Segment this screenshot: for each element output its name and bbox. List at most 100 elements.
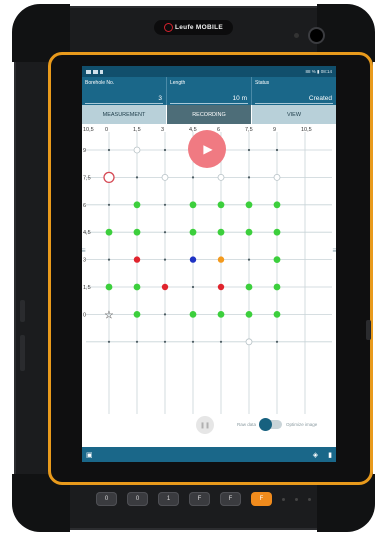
x-tick-label: 3 <box>161 127 164 133</box>
scroll-left-icon[interactable]: ≡ <box>82 246 86 255</box>
grid-node <box>247 176 251 179</box>
empty-point[interactable] <box>217 174 225 181</box>
selected-point[interactable] <box>189 256 197 263</box>
optimize-switch[interactable] <box>259 418 283 431</box>
field-label: Status <box>255 80 270 86</box>
indicator-dot <box>308 497 311 501</box>
x-tick-label: 6 <box>217 127 220 133</box>
hw-button[interactable]: F <box>189 492 210 506</box>
measured-point[interactable] <box>133 311 141 318</box>
measured-point[interactable] <box>273 283 281 291</box>
hardware-buttons: 0 0 1 F F F <box>96 492 311 506</box>
grid-node <box>163 313 167 316</box>
y-tick-label: 9 <box>83 148 86 154</box>
measured-point[interactable] <box>273 228 281 236</box>
measured-point[interactable] <box>273 256 281 263</box>
warning-point[interactable] <box>217 256 225 263</box>
field-value: 10 m <box>232 95 247 102</box>
borehole-field[interactable]: Borehole No. 3 <box>82 77 167 105</box>
field-underline <box>255 103 333 104</box>
measured-point[interactable] <box>133 201 141 209</box>
y-tick-label: 0 <box>83 312 86 318</box>
grid-node <box>107 203 111 206</box>
field-label: Length <box>170 80 186 86</box>
status-right: 88 % ▮ 08:14 <box>305 68 333 74</box>
light-sensor <box>294 33 299 38</box>
grid-node <box>163 148 167 152</box>
switch-knob <box>259 418 273 431</box>
length-field[interactable]: Length 10 m <box>167 77 252 105</box>
measured-point[interactable] <box>245 311 253 318</box>
grid-canvas: 10,5 0 1,5 3 4,5 6 7,5 9 10,5 9 7,5 6 4,5 3 1,5 0 ☆ <box>83 127 332 414</box>
measured-point[interactable] <box>245 283 253 291</box>
field-value: Created <box>308 95 332 102</box>
grid-node <box>219 340 223 343</box>
play-button[interactable]: ▶ <box>188 130 226 168</box>
hw-button[interactable]: 1 <box>158 492 179 506</box>
measured-point[interactable] <box>189 311 197 318</box>
hw-button-orange[interactable]: F <box>251 492 272 506</box>
measured-point[interactable] <box>133 283 141 291</box>
tab-view[interactable]: VIEW <box>252 105 336 124</box>
measured-point[interactable] <box>273 201 281 209</box>
scroll-right-icon[interactable]: ≡ <box>332 246 336 255</box>
measured-point[interactable] <box>105 283 113 291</box>
pause-icon: ❚❚ <box>199 422 211 429</box>
hw-button[interactable]: 0 <box>96 492 117 506</box>
grid-node <box>107 340 111 343</box>
error-point[interactable] <box>161 283 169 291</box>
current-point[interactable] <box>103 171 115 184</box>
tab-recording[interactable]: RECORDING <box>167 105 252 124</box>
field-value: 3 <box>158 95 162 102</box>
measured-point[interactable] <box>217 228 225 236</box>
indicator-dot <box>295 497 298 501</box>
y-tick-label: 4,5 <box>83 230 91 236</box>
x-tick-label: 10,5 <box>83 127 94 133</box>
error-point[interactable] <box>217 283 225 291</box>
x-tick-label: 1,5 <box>133 127 141 133</box>
measured-point[interactable] <box>273 311 281 318</box>
location-icon[interactable]: ◈ <box>313 451 318 459</box>
brand-label: Leufe MOBILE <box>174 24 224 31</box>
empty-point[interactable] <box>161 174 169 181</box>
empty-point[interactable] <box>133 146 141 154</box>
grid-node <box>163 258 167 261</box>
grid-node <box>163 203 167 206</box>
measured-point[interactable] <box>133 228 141 236</box>
measured-point[interactable] <box>217 201 225 209</box>
camera-icon <box>310 29 323 42</box>
notification-icons <box>86 69 103 74</box>
measurement-grid: 10,5 0 1,5 3 4,5 6 7,5 9 10,5 9 7,5 6 4,5 3 1,5 0 ☆ ≡ ≡ … <box>82 124 336 447</box>
grid-node <box>275 148 279 152</box>
side-button[interactable] <box>20 300 25 322</box>
trash-icon[interactable]: ▮ <box>328 451 332 459</box>
hw-button[interactable]: 0 <box>127 492 148 506</box>
empty-point[interactable] <box>273 174 281 181</box>
tab-measurement[interactable]: MEASUREMENT <box>82 105 167 124</box>
grid-node <box>247 148 251 152</box>
side-button[interactable] <box>366 320 371 340</box>
grid-node <box>163 231 167 234</box>
grid-node <box>135 176 139 179</box>
status-field: Status Created <box>252 77 336 105</box>
measured-point[interactable] <box>245 201 253 209</box>
y-tick-label: 6 <box>83 203 86 209</box>
measured-point[interactable] <box>217 311 225 318</box>
indicator-dot <box>282 497 285 501</box>
image-icon <box>86 69 91 74</box>
side-button[interactable] <box>20 335 25 371</box>
y-tick-label: 7,5 <box>83 175 91 181</box>
measured-point[interactable] <box>189 228 197 236</box>
grid-node <box>191 340 195 343</box>
star-icon[interactable]: ☆ <box>104 309 114 321</box>
pause-button[interactable]: ❚❚ <box>196 416 214 434</box>
toggle-left-label: Raw data <box>237 422 257 427</box>
measured-point[interactable] <box>105 228 113 236</box>
gallery-icon[interactable]: ▣ <box>86 451 93 459</box>
error-point[interactable] <box>133 256 141 263</box>
mode-tabs: MEASUREMENT RECORDING VIEW <box>82 105 336 124</box>
empty-point[interactable] <box>245 338 253 346</box>
measured-point[interactable] <box>245 228 253 236</box>
measured-point[interactable] <box>189 201 197 209</box>
hw-button[interactable]: F <box>220 492 241 506</box>
